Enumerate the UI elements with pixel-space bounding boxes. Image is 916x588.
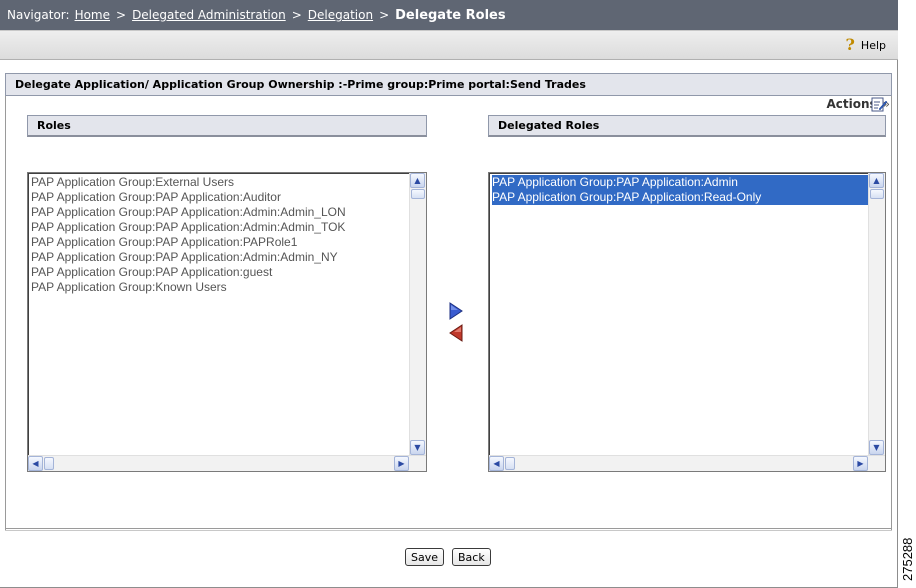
- list-item[interactable]: PAP Application Group:PAP Application:Au…: [31, 190, 424, 205]
- help-label: Help: [860, 38, 886, 52]
- navigator-label: Navigator:: [7, 8, 70, 22]
- save-button[interactable]: Save: [405, 548, 445, 566]
- delegated-roles-list: PAP Application Group:PAP Application:Ad…: [489, 173, 885, 205]
- scroll-thumb[interactable]: [411, 189, 425, 199]
- breadcrumb-separator: >: [116, 8, 127, 22]
- roles-list: PAP Application Group:External Users PAP…: [28, 173, 426, 295]
- horizontal-scrollbar[interactable]: ◀ ▶: [489, 455, 885, 471]
- scroll-thumb[interactable]: [870, 189, 884, 199]
- breadcrumb-delegated-administration[interactable]: Delegated Administration: [132, 8, 286, 22]
- horizontal-scrollbar[interactable]: ◀ ▶: [28, 455, 426, 471]
- scroll-thumb[interactable]: [44, 457, 54, 470]
- scroll-down-icon[interactable]: ▼: [410, 440, 425, 455]
- vertical-scrollbar[interactable]: ▲ ▼: [409, 173, 426, 455]
- roles-header: Roles: [27, 115, 427, 137]
- actions-label: Actions: [826, 97, 877, 111]
- breadcrumb-separator: >: [291, 8, 302, 22]
- list-item[interactable]: PAP Application Group:PAP Application:PA…: [31, 235, 424, 250]
- help-bar: ? Help: [0, 30, 898, 60]
- help-icon: ?: [845, 35, 855, 54]
- scroll-right-icon[interactable]: ▶: [394, 456, 409, 471]
- list-item[interactable]: PAP Application Group:PAP Application:gu…: [31, 265, 424, 280]
- figure-id: 275288: [900, 537, 915, 581]
- breadcrumb-current: Delegate Roles: [395, 7, 506, 23]
- list-item[interactable]: PAP Application Group:PAP Application:Ad…: [31, 220, 424, 235]
- scroll-down-icon[interactable]: ▼: [869, 440, 884, 455]
- breadcrumb-separator: >: [379, 8, 390, 22]
- list-item[interactable]: PAP Application Group:PAP Application:Ad…: [492, 175, 883, 190]
- help-link[interactable]: ? Help: [846, 37, 886, 53]
- list-item[interactable]: PAP Application Group:PAP Application:Ad…: [31, 205, 424, 220]
- back-button[interactable]: Back: [452, 548, 491, 566]
- scroll-left-icon[interactable]: ◀: [489, 456, 504, 471]
- page-title: Delegate Application/ Application Group …: [5, 73, 892, 96]
- list-item[interactable]: PAP Application Group:Known Users: [31, 280, 424, 295]
- scroll-thumb[interactable]: [505, 457, 515, 470]
- delegated-roles-listbox[interactable]: PAP Application Group:PAP Application:Ad…: [488, 172, 886, 472]
- list-item[interactable]: PAP Application Group:PAP Application:Re…: [492, 190, 883, 205]
- list-item[interactable]: PAP Application Group:PAP Application:Ad…: [31, 250, 424, 265]
- list-item[interactable]: PAP Application Group:External Users: [31, 175, 424, 190]
- scroll-right-icon[interactable]: ▶: [853, 456, 868, 471]
- edit-icon[interactable]: [871, 96, 887, 112]
- scroll-up-icon[interactable]: ▲: [410, 173, 425, 188]
- delegated-roles-header: Delegated Roles: [488, 115, 886, 137]
- remove-arrow-icon[interactable]: [448, 324, 464, 342]
- add-arrow-icon[interactable]: [448, 302, 464, 320]
- scroll-left-icon[interactable]: ◀: [28, 456, 43, 471]
- vertical-scrollbar[interactable]: ▲ ▼: [868, 173, 885, 455]
- roles-listbox[interactable]: PAP Application Group:External Users PAP…: [27, 172, 427, 472]
- breadcrumb-home[interactable]: Home: [75, 8, 110, 22]
- breadcrumb-delegation[interactable]: Delegation: [308, 8, 373, 22]
- divider: [5, 528, 892, 531]
- scroll-up-icon[interactable]: ▲: [869, 173, 884, 188]
- navigator-bar: Navigator: Home > Delegated Administrati…: [0, 0, 898, 30]
